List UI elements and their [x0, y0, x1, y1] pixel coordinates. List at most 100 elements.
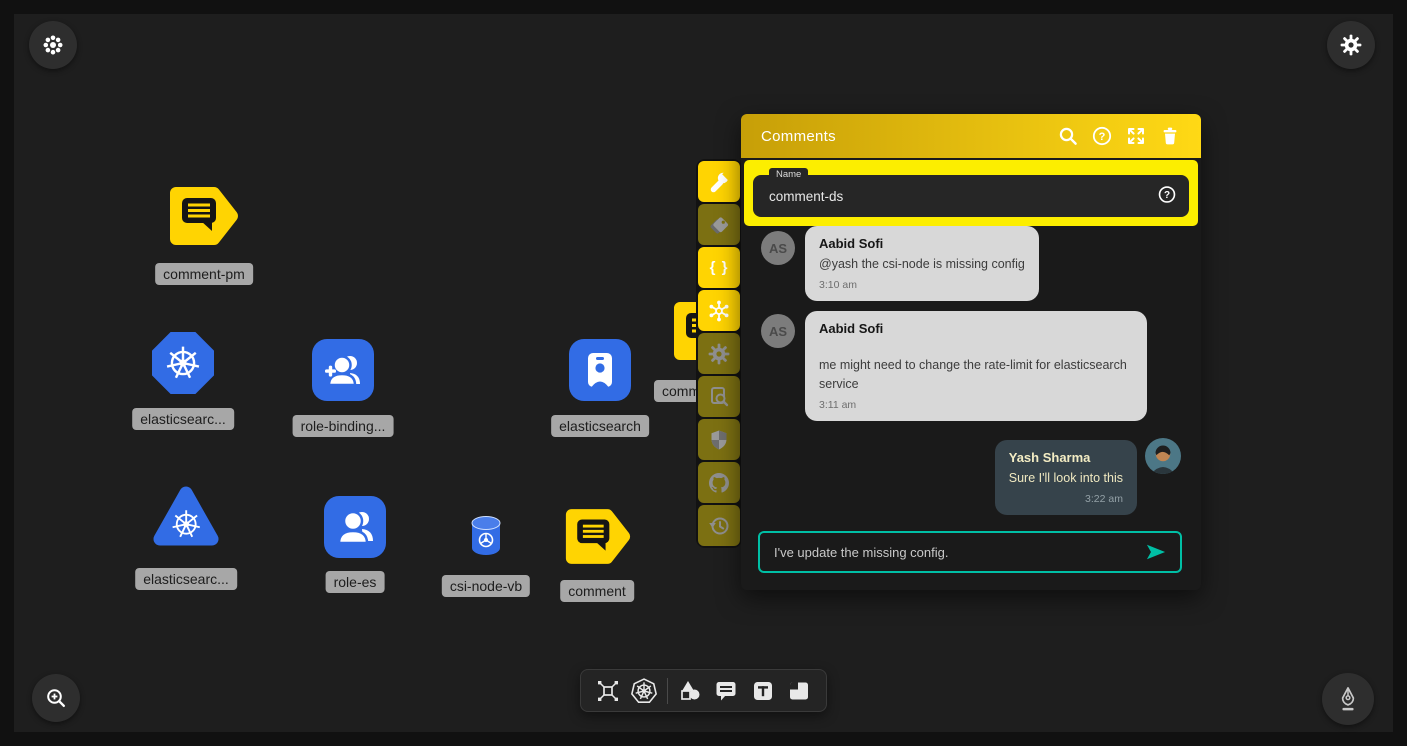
search-icon	[1057, 125, 1079, 147]
tag-icon	[707, 213, 731, 237]
comment-icon	[713, 678, 739, 704]
node-name-section: Name comment-ds ?	[744, 160, 1198, 226]
settings-tool-button[interactable]	[698, 333, 740, 374]
comments-panel: Comments ?	[741, 114, 1201, 590]
people-icon	[331, 503, 379, 551]
kubernetes-hub-icon	[707, 299, 731, 323]
node-elasticsearch[interactable]	[569, 339, 631, 401]
pen-nib-icon	[1335, 685, 1361, 713]
message-time: 3:22 am	[1009, 493, 1123, 505]
message-author: Yash Sharma	[1009, 450, 1123, 465]
chat-message[interactable]: Yash Sharma Sure I'll look into this 3:2…	[995, 440, 1137, 515]
canvas-insert-toolbar	[580, 669, 827, 712]
doc-search-tool-button[interactable]	[698, 376, 740, 417]
help-icon: ?	[1157, 185, 1177, 205]
flower-icon	[42, 34, 64, 56]
shapes-tool[interactable]	[676, 677, 704, 705]
avatar: AS	[761, 231, 795, 265]
expand-button[interactable]	[1119, 123, 1153, 149]
chat-message[interactable]: Aabid Sofi me might need to change the r…	[805, 311, 1147, 421]
node-role-es[interactable]	[324, 496, 386, 558]
zoom-in-icon	[44, 686, 68, 710]
avatar-photo	[1145, 438, 1181, 474]
github-icon	[707, 471, 731, 495]
name-field-label: Name	[769, 168, 808, 181]
node-action-toolbar: { }	[696, 159, 742, 548]
chat-message[interactable]: Aabid Sofi @yash the csi-node is missing…	[805, 226, 1039, 301]
panel-title: Comments	[761, 128, 1051, 145]
braces-tool-button[interactable]: { }	[698, 247, 740, 288]
message-author: Aabid Sofi	[819, 321, 1133, 336]
history-icon	[707, 514, 731, 538]
node-label[interactable]: elasticsearch	[551, 415, 649, 437]
node-comment-pm[interactable]	[168, 185, 240, 247]
node-graph-tool[interactable]	[594, 677, 622, 705]
image-icon	[786, 678, 812, 704]
node-csi-node-vb[interactable]	[470, 515, 502, 557]
settings-gear-icon	[1339, 33, 1363, 57]
app-window: comment-pm elasticsearc... role-binding.…	[0, 0, 1407, 746]
name-field[interactable]: Name comment-ds ?	[753, 175, 1189, 217]
message-time: 3:10 am	[819, 279, 1025, 291]
search-button[interactable]	[1051, 123, 1085, 149]
message-author: Aabid Sofi	[819, 236, 1025, 251]
image-tool[interactable]	[785, 677, 813, 705]
kubernetes-tool[interactable]	[630, 677, 658, 705]
node-label[interactable]: role-es	[326, 571, 385, 593]
tag-tool-button[interactable]	[698, 204, 740, 245]
id-badge-icon	[576, 346, 624, 394]
node-graph-icon	[595, 678, 621, 704]
app-menu-button[interactable]	[29, 21, 77, 69]
node-label[interactable]: comment	[560, 580, 634, 602]
kubernetes-tool-button[interactable]	[698, 290, 740, 331]
text-tool[interactable]	[749, 677, 777, 705]
doc-search-icon	[707, 385, 731, 409]
text-icon	[750, 678, 776, 704]
shield-icon	[707, 428, 731, 452]
help-button[interactable]: ?	[1085, 123, 1119, 149]
node-role-binding[interactable]	[312, 339, 374, 401]
cylinder-shape	[470, 515, 502, 557]
message-time: 3:11 am	[819, 399, 1133, 411]
comment-arrow-shape	[564, 507, 632, 566]
send-button[interactable]	[1144, 542, 1168, 562]
toolbar-divider	[667, 678, 668, 704]
trash-icon	[1159, 125, 1181, 147]
settings-button[interactable]	[1327, 21, 1375, 69]
comment-tool[interactable]	[712, 677, 740, 705]
comment-input-value: I've update the missing config.	[774, 545, 1144, 560]
expand-icon	[1125, 125, 1147, 147]
kubernetes-wheel-icon	[164, 344, 202, 382]
node-comment[interactable]	[564, 507, 632, 566]
node-label[interactable]: comment-pm	[155, 263, 253, 285]
delete-button[interactable]	[1153, 123, 1187, 149]
comment-input[interactable]: I've update the missing config.	[758, 531, 1182, 573]
comments-panel-header[interactable]: Comments ?	[741, 114, 1201, 158]
pen-button[interactable]	[1322, 673, 1374, 725]
github-tool-button[interactable]	[698, 462, 740, 503]
add-people-icon	[319, 346, 367, 394]
node-label[interactable]: elasticsearc...	[135, 568, 237, 590]
wrench-tool-button[interactable]	[698, 161, 740, 202]
name-help-button[interactable]: ?	[1157, 185, 1177, 208]
shield-tool-button[interactable]	[698, 419, 740, 460]
node-elasticsearch-triangle[interactable]	[151, 484, 221, 548]
node-label[interactable]: role-binding...	[293, 415, 394, 437]
name-field-value: comment-ds	[769, 189, 843, 204]
svg-text:?: ?	[1164, 190, 1170, 201]
node-label[interactable]: csi-node-vb	[442, 575, 530, 597]
message-text: Sure I'll look into this	[1009, 469, 1123, 488]
zoom-button[interactable]	[32, 674, 80, 722]
wrench-icon	[707, 170, 731, 194]
node-label[interactable]: elasticsearc...	[132, 408, 234, 430]
kubernetes-icon	[631, 678, 657, 704]
message-text: @yash the csi-node is missing config	[819, 255, 1025, 274]
send-icon	[1144, 542, 1168, 562]
svg-text:?: ?	[1099, 131, 1106, 143]
triangle-shape	[151, 484, 221, 548]
comment-arrow-shape	[168, 185, 240, 247]
gear-icon	[707, 342, 731, 366]
help-icon: ?	[1091, 125, 1113, 147]
braces-icon: { }	[710, 259, 729, 276]
history-tool-button[interactable]	[698, 505, 740, 546]
